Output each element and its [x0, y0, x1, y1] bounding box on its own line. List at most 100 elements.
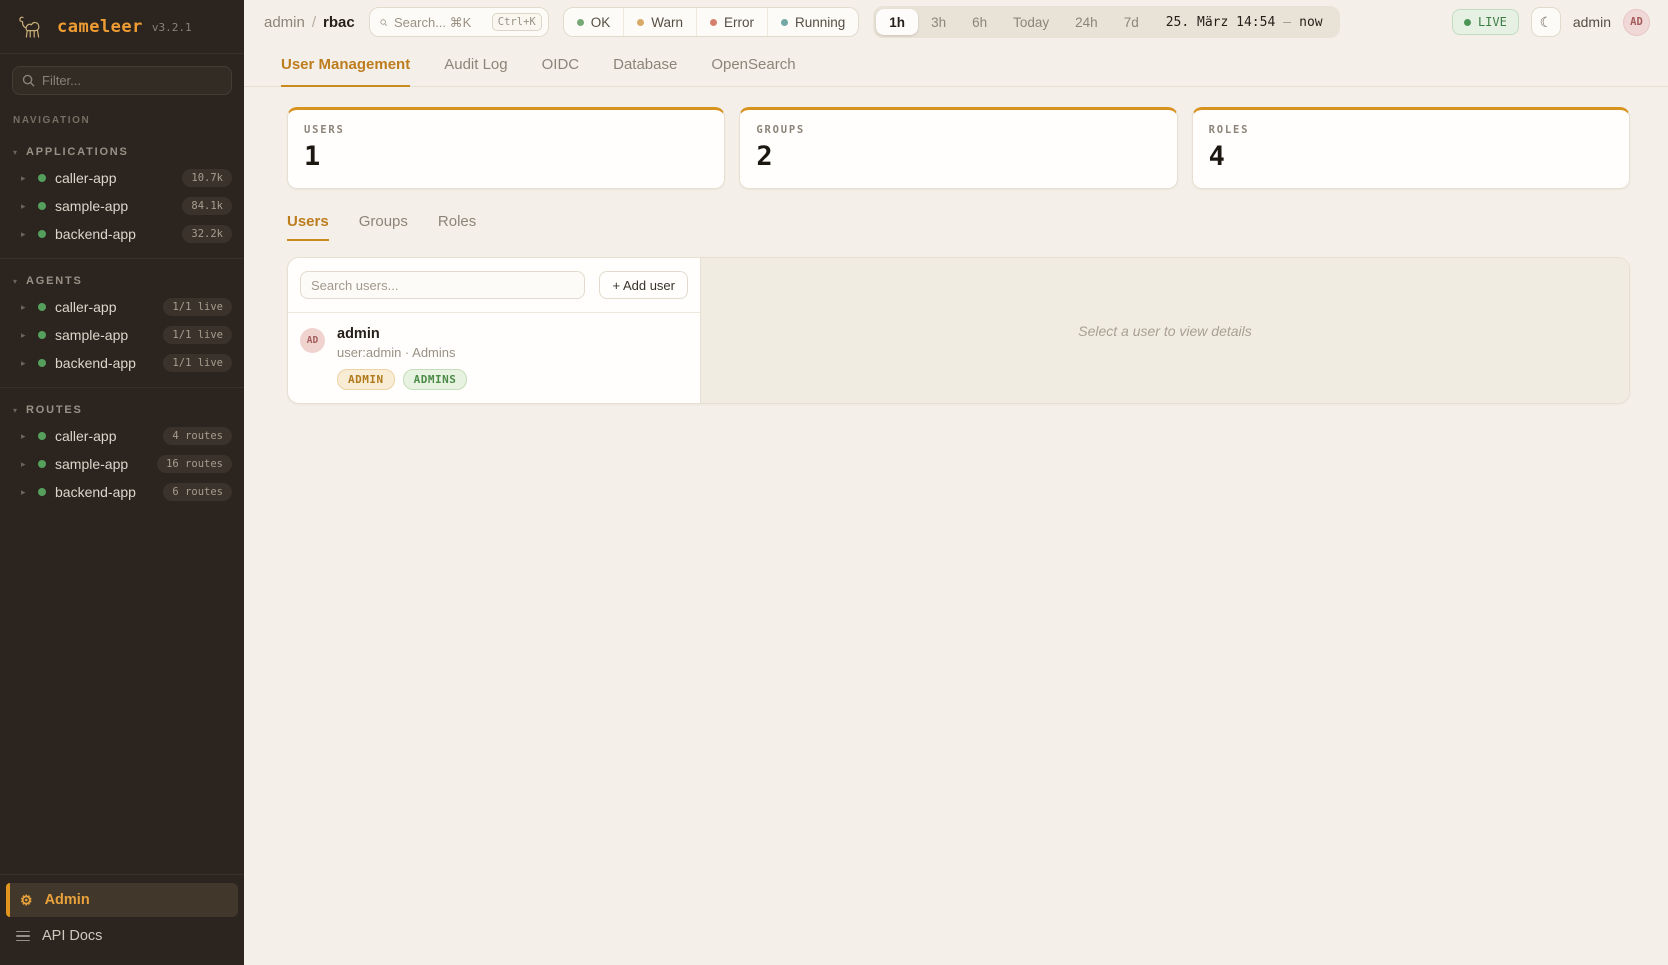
datetime-value: 25. März 14:54 [1166, 15, 1276, 30]
chevron-down-icon: ▾ [13, 277, 17, 286]
routes-count-badge: 6 routes [163, 483, 232, 501]
stat-label: GROUPS [756, 124, 1160, 136]
chevron-right-icon: ▸ [21, 173, 29, 184]
error-status-dot [710, 19, 717, 26]
status-dot-green [38, 303, 46, 311]
now-label: now [1299, 15, 1322, 30]
app-logo[interactable]: cameleer v3.2.1 [0, 0, 244, 54]
global-search[interactable]: Ctrl+K [369, 7, 549, 37]
users-list-pane: + Add user AD admin user:admin · Admins … [288, 258, 701, 403]
list-icon [16, 931, 30, 942]
chevron-right-icon: ▸ [21, 431, 29, 442]
tab-opensearch[interactable]: OpenSearch [711, 56, 795, 87]
status-filter-warn[interactable]: Warn [623, 8, 696, 36]
sidebar-item-api-docs[interactable]: API Docs [6, 919, 238, 953]
status-dot-green [38, 359, 46, 367]
sidebar-item-applications-sample-app[interactable]: ▸ sample-app 84.1k [0, 192, 244, 220]
group-badge-admins: ADMINS [403, 369, 468, 390]
time-range-3h[interactable]: 3h [918, 9, 959, 35]
status-filter-error[interactable]: Error [696, 8, 767, 36]
tab-audit-log[interactable]: Audit Log [444, 56, 507, 87]
status-filter-group: OK Warn Error Running [563, 7, 860, 37]
time-range-7d[interactable]: 7d [1111, 9, 1152, 35]
stat-value: 4 [1209, 141, 1613, 172]
status-dot-green [38, 460, 46, 468]
chevron-right-icon: ▸ [21, 487, 29, 498]
section-applications: ▾ APPLICATIONS ▸ caller-app 10.7k ▸ samp… [0, 130, 244, 248]
breadcrumb-current: rbac [323, 14, 355, 31]
subtab-groups[interactable]: Groups [359, 213, 408, 241]
theme-toggle-button[interactable]: ☾ [1531, 7, 1561, 37]
empty-state-message: Select a user to view details [1078, 323, 1252, 339]
subtab-users[interactable]: Users [287, 213, 329, 241]
chevron-right-icon: ▸ [21, 302, 29, 313]
sidebar-item-routes-sample-app[interactable]: ▸ sample-app 16 routes [0, 450, 244, 478]
live-count-badge: 1/1 live [163, 298, 232, 316]
main-area: admin / rbac Ctrl+K OK Warn Error [244, 0, 1668, 965]
sidebar-filter [12, 66, 232, 95]
sidebar-item-routes-caller-app[interactable]: ▸ caller-app 4 routes [0, 422, 244, 450]
search-shortcut-kbd: Ctrl+K [492, 13, 542, 31]
subtab-roles[interactable]: Roles [438, 213, 476, 241]
count-badge: 32.2k [182, 225, 232, 243]
sidebar: cameleer v3.2.1 NAVIGATION ▾ APPLICATION… [0, 0, 244, 965]
moon-icon: ☾ [1540, 14, 1553, 31]
user-badges: ADMIN ADMINS [337, 369, 467, 390]
count-badge: 10.7k [182, 169, 232, 187]
stats-grid: USERS 1 GROUPS 2 ROLES 4 [287, 107, 1630, 189]
status-dot-green [38, 331, 46, 339]
global-search-input[interactable] [394, 15, 485, 30]
sidebar-item-applications-backend-app[interactable]: ▸ backend-app 32.2k [0, 220, 244, 248]
avatar[interactable]: AD [1623, 9, 1650, 36]
status-dot-green [38, 174, 46, 182]
live-dot [1464, 19, 1471, 26]
section-routes: ▾ ROUTES ▸ caller-app 4 routes ▸ sample-… [0, 387, 244, 506]
user-list-item-admin[interactable]: AD admin user:admin · Admins ADMIN ADMIN… [288, 313, 700, 403]
status-dot-green [38, 202, 46, 210]
chevron-right-icon: ▸ [21, 459, 29, 470]
live-count-badge: 1/1 live [163, 354, 232, 372]
routes-count-badge: 4 routes [163, 427, 232, 445]
time-range-6h[interactable]: 6h [959, 9, 1000, 35]
time-range-1h[interactable]: 1h [876, 9, 918, 35]
section-header-applications[interactable]: ▾ APPLICATIONS [0, 140, 244, 164]
user-search-input[interactable] [300, 271, 585, 299]
sidebar-filter-input[interactable] [42, 73, 222, 88]
section-header-routes[interactable]: ▾ ROUTES [0, 398, 244, 422]
status-dot-green [38, 488, 46, 496]
status-filter-ok[interactable]: OK [564, 8, 624, 36]
sidebar-item-agents-sample-app[interactable]: ▸ sample-app 1/1 live [0, 321, 244, 349]
chevron-right-icon: ▸ [21, 229, 29, 240]
sidebar-item-agents-backend-app[interactable]: ▸ backend-app 1/1 live [0, 349, 244, 377]
breadcrumb-parent[interactable]: admin [264, 14, 305, 31]
time-range-24h[interactable]: 24h [1062, 9, 1111, 35]
sidebar-item-agents-caller-app[interactable]: ▸ caller-app 1/1 live [0, 293, 244, 321]
tab-database[interactable]: Database [613, 56, 677, 87]
time-range-today[interactable]: Today [1000, 9, 1062, 35]
stat-label: ROLES [1209, 124, 1613, 136]
live-status-badge[interactable]: LIVE [1452, 9, 1519, 35]
status-dot-green [38, 230, 46, 238]
rbac-subtabs: Users Groups Roles [287, 213, 1630, 241]
sidebar-item-applications-caller-app[interactable]: ▸ caller-app 10.7k [0, 164, 244, 192]
sidebar-item-routes-backend-app[interactable]: ▸ backend-app 6 routes [0, 478, 244, 506]
navigation-label: NAVIGATION [0, 99, 244, 130]
search-icon [22, 74, 35, 87]
add-user-button[interactable]: + Add user [599, 271, 688, 299]
status-filter-running[interactable]: Running [767, 8, 858, 36]
chevron-right-icon: ▸ [21, 330, 29, 341]
users-toolbar: + Add user [288, 258, 700, 313]
sidebar-item-admin[interactable]: ⚙ Admin [6, 883, 238, 917]
section-header-agents[interactable]: ▾ AGENTS [0, 269, 244, 293]
role-badge-admin: ADMIN [337, 369, 395, 390]
stat-value: 1 [304, 141, 708, 172]
tab-oidc[interactable]: OIDC [542, 56, 580, 87]
user-subtitle: user:admin · Admins [337, 345, 467, 360]
chevron-right-icon: ▸ [21, 201, 29, 212]
stat-card-groups: GROUPS 2 [739, 107, 1177, 189]
user-info: admin user:admin · Admins ADMIN ADMINS [337, 326, 467, 390]
running-status-dot [781, 19, 788, 26]
breadcrumb: admin / rbac [264, 14, 355, 31]
warn-status-dot [637, 19, 644, 26]
tab-user-management[interactable]: User Management [281, 56, 410, 87]
